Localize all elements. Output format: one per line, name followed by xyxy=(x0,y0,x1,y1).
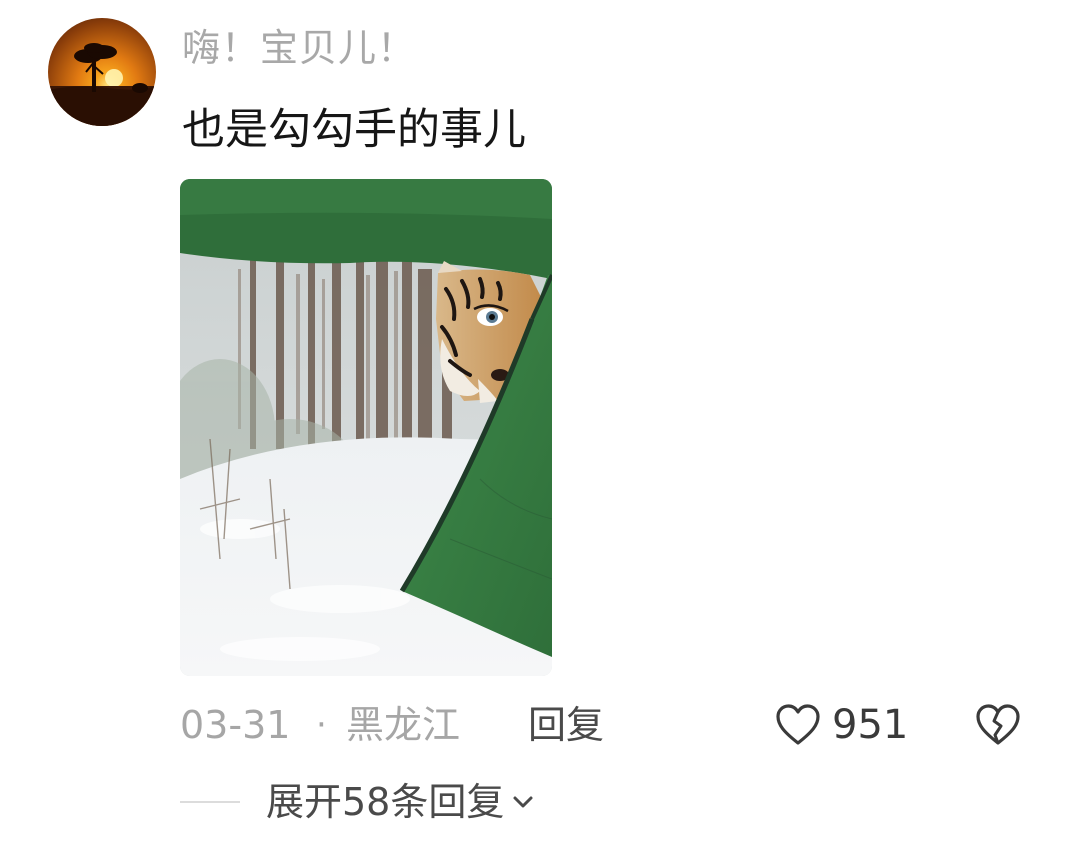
heart-outline-icon xyxy=(776,704,820,745)
comment-page: 嗨！宝贝儿！ 也是勾勾手的事儿 03-31 · 黑龙江 回复 951 展开58条… xyxy=(0,0,1079,860)
expand-replies-label: 展开58条回复 xyxy=(266,780,505,824)
comment-location: 黑龙江 xyxy=(346,703,461,747)
comment-image[interactable] xyxy=(180,179,552,676)
tiger-peeking-tent-image xyxy=(180,179,552,676)
user-avatar[interactable] xyxy=(48,18,156,126)
sunset-tree-icon xyxy=(48,43,156,126)
expand-replies-row: 展开58条回复 xyxy=(180,776,780,828)
like-button[interactable]: 951 xyxy=(774,700,908,750)
like-count: 951 xyxy=(832,702,909,748)
username[interactable]: 嗨！宝贝儿！ xyxy=(182,24,416,72)
broken-heart-icon xyxy=(976,704,1020,745)
chevron-down-icon xyxy=(513,796,533,808)
comment-text: 也是勾勾手的事儿 xyxy=(182,105,526,155)
meta-separator: · xyxy=(316,705,327,745)
reply-button[interactable]: 回复 xyxy=(528,700,604,750)
expand-replies-button[interactable]: 展开58条回复 xyxy=(266,776,534,828)
divider-line xyxy=(180,801,240,803)
dislike-button[interactable] xyxy=(974,702,1022,748)
comment-date: 03-31 xyxy=(180,703,291,747)
comment-meta: 03-31 · 黑龙江 回复 951 xyxy=(180,700,1040,750)
